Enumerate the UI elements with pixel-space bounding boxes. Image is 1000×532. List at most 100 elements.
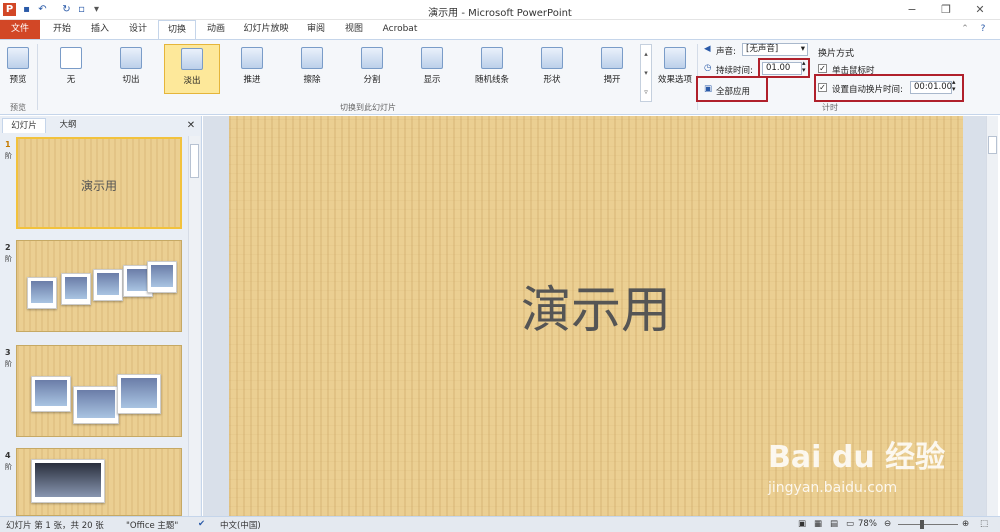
spellcheck-icon[interactable]: ✔ — [198, 519, 205, 529]
minimize-icon[interactable]: − — [900, 2, 924, 17]
transition-cut[interactable]: 切出 — [105, 44, 157, 94]
photo-image — [117, 374, 161, 414]
clock-icon: ◷ — [704, 63, 712, 73]
editor-scrollbar[interactable] — [986, 116, 998, 516]
sound-value: [无声音] — [746, 44, 779, 54]
zoom-slider-handle[interactable] — [920, 520, 924, 529]
tab-animations[interactable]: 动画 — [198, 20, 234, 39]
transition-label: 淡出 — [183, 76, 201, 86]
transition-reveal[interactable]: 显示 — [406, 44, 458, 94]
ribbon-tabs: 文件 开始 插入 设计 切换 动画 幻灯片放映 审阅 视图 Acrobat ⌃ … — [0, 20, 1000, 41]
tab-home[interactable]: 开始 — [44, 20, 80, 39]
slide-thumbnail-3[interactable] — [16, 345, 182, 437]
slide-thumbnail-4[interactable] — [16, 448, 182, 516]
photo-image — [61, 273, 91, 305]
close-icon[interactable]: ✕ — [968, 2, 992, 17]
tab-outline[interactable]: 大纲 — [48, 118, 88, 133]
reading-view-icon[interactable]: ▤ — [830, 519, 838, 529]
preview-button[interactable]: 预览 — [2, 44, 34, 94]
highlight-box — [758, 58, 810, 78]
transition-wipe-icon — [301, 47, 323, 69]
zoom-out-icon[interactable]: ⊖ — [884, 519, 891, 529]
slideshow-icon[interactable]: ▭ — [846, 519, 854, 529]
transition-random-bars[interactable]: 随机线条 — [466, 44, 518, 94]
theme-name: "Office 主题" — [126, 521, 179, 531]
restore-icon[interactable]: ❐ — [934, 2, 958, 17]
transition-label: 无 — [66, 75, 76, 85]
sound-dropdown[interactable]: [无声音] ▾ — [742, 43, 808, 56]
tab-view[interactable]: 视图 — [336, 20, 372, 39]
transition-label: 擦除 — [303, 75, 321, 85]
tab-acrobat[interactable]: Acrobat — [376, 20, 424, 39]
gallery-scroll[interactable]: ▴ ▾ ▿ — [640, 44, 652, 102]
window-title: 演示用 - Microsoft PowerPoint — [428, 8, 572, 19]
transition-shape[interactable]: 形状 — [526, 44, 578, 94]
transition-push[interactable]: 推进 — [226, 44, 278, 94]
transition-push-icon — [241, 47, 263, 69]
advance-slide-title: 换片方式 — [818, 49, 855, 59]
panel-scrollbar[interactable] — [188, 136, 200, 516]
normal-view-icon[interactable]: ▣ — [798, 519, 806, 529]
thumbnail-title: 演示用 — [80, 179, 117, 193]
transition-label: 推进 — [243, 75, 261, 85]
transition-split[interactable]: 分割 — [346, 44, 398, 94]
tab-transitions[interactable]: 切换 — [158, 20, 196, 41]
tab-file[interactable]: 文件 — [0, 20, 40, 39]
slide-sorter-icon[interactable]: ▦ — [814, 519, 822, 529]
transition-label: 显示 — [423, 75, 441, 85]
slide-number: 1 — [5, 140, 11, 149]
effect-options-icon — [664, 47, 686, 69]
language[interactable]: 中文(中国) — [220, 519, 261, 531]
collapse-ribbon-icon[interactable]: ⌃ — [958, 20, 972, 39]
chevron-down-icon: ▾ — [800, 44, 805, 54]
transition-none-icon — [60, 47, 82, 69]
watermark-brand: Bai du 经验 — [768, 440, 946, 475]
tab-slide-show[interactable]: 幻灯片放映 — [236, 20, 296, 39]
tab-slides[interactable]: 幻灯片 — [2, 118, 46, 133]
transition-cut-icon — [120, 47, 142, 69]
transition-fade-icon — [181, 48, 203, 70]
transition-label: 随机线条 — [474, 75, 509, 85]
baidu-watermark: Bai du 经验 jingyan.baidu.com — [768, 432, 948, 512]
transition-fade[interactable]: 淡出 — [164, 44, 220, 94]
on-click-checkbox[interactable]: ✓ — [818, 64, 827, 73]
scrollbar-thumb[interactable] — [988, 136, 997, 154]
photo-image — [27, 277, 57, 309]
effect-options-button[interactable]: 效果选项 — [654, 44, 696, 94]
preview-group-label: 预览 — [10, 103, 26, 112]
help-icon[interactable]: ? — [976, 20, 990, 39]
slide-count: 幻灯片 第 1 张，共 20 张 — [6, 521, 104, 531]
slide-thumbnail-2[interactable] — [16, 240, 182, 332]
sound-icon: ◀ — [704, 44, 711, 54]
tab-insert[interactable]: 插入 — [82, 20, 118, 39]
status-bar: 幻灯片 第 1 张，共 20 张 "Office 主题" ✔ 中文(中国) ▣ … — [0, 516, 1000, 532]
transition-label: 揭开 — [603, 75, 621, 85]
slide-number: 3 — [5, 348, 11, 357]
slide-marker: 阶 — [5, 463, 12, 471]
transition-uncover[interactable]: 揭开 — [586, 44, 638, 94]
transition-uncover-icon — [601, 47, 623, 69]
photo-image — [147, 261, 177, 293]
transition-label: 分割 — [363, 75, 381, 85]
zoom-in-icon[interactable]: ⊕ — [962, 519, 969, 529]
effect-options-label: 效果选项 — [657, 75, 692, 85]
slide-marker: 阶 — [5, 360, 12, 368]
group-divider — [37, 44, 38, 110]
slide-marker: 阶 — [5, 255, 12, 263]
scrollbar-thumb[interactable] — [190, 144, 199, 178]
transition-none[interactable]: 无 — [45, 44, 97, 94]
transition-wipe[interactable]: 擦除 — [286, 44, 338, 94]
transition-reveal-icon — [421, 47, 443, 69]
tab-review[interactable]: 审阅 — [298, 20, 334, 39]
photo-image — [93, 269, 123, 301]
slide-title[interactable]: 演示用 — [229, 270, 963, 342]
transition-split-icon — [361, 47, 383, 69]
close-panel-icon[interactable]: ✕ — [184, 118, 198, 133]
fit-slide-icon[interactable]: ⬚ — [980, 519, 988, 529]
tab-design[interactable]: 设计 — [120, 20, 156, 39]
zoom-level[interactable]: 78% — [858, 519, 877, 529]
title-bar: P ▪ ↶ ↻ ▫ ▾ 演示用 - Microsoft PowerPoint −… — [0, 0, 1000, 20]
transition-shape-icon — [541, 47, 563, 69]
zoom-slider[interactable] — [898, 524, 958, 525]
slide-thumbnail-1[interactable]: 演示用 — [16, 137, 182, 229]
